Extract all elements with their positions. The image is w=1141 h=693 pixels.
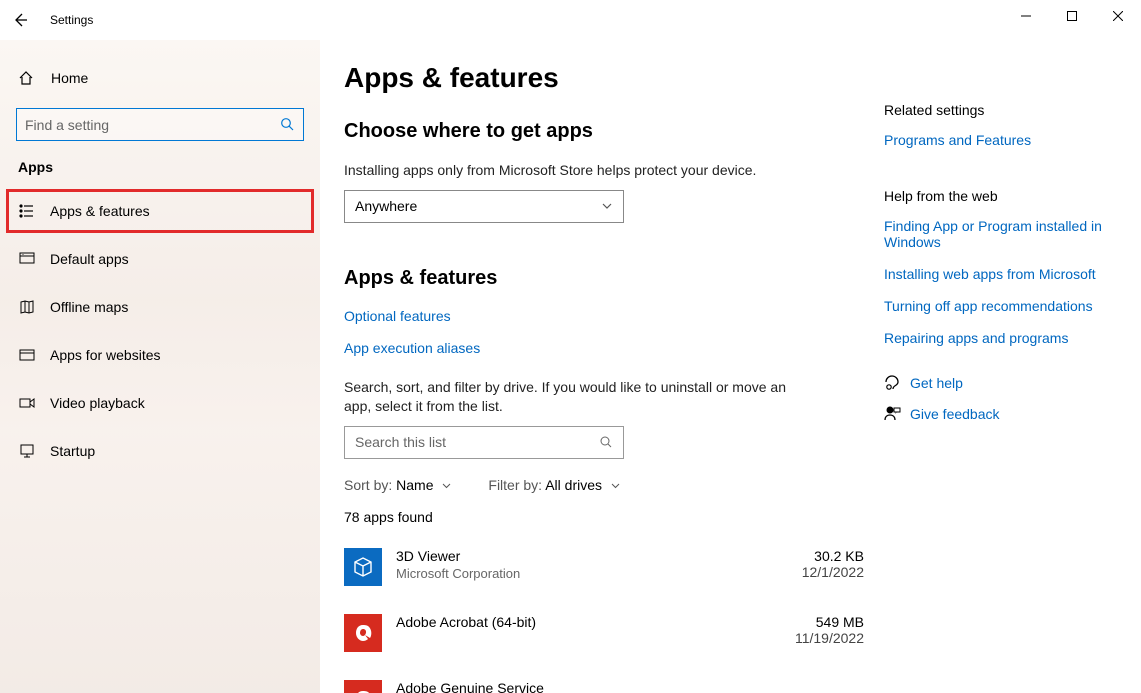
app-icon xyxy=(344,680,382,693)
app-publisher: Microsoft Corporation xyxy=(396,566,774,581)
app-list-item[interactable]: Adobe Acrobat (64-bit) 549 MB 11/19/2022 xyxy=(344,609,864,657)
apps-features-heading: Apps & features xyxy=(344,267,864,290)
app-date: 11/19/2022 xyxy=(774,630,864,646)
chevron-down-icon xyxy=(610,480,621,491)
chevron-down-icon xyxy=(601,200,613,212)
app-size: 549 MB xyxy=(774,614,864,630)
apps-websites-icon xyxy=(18,347,36,363)
video-icon xyxy=(18,395,36,411)
app-aliases-link[interactable]: App execution aliases xyxy=(344,340,864,356)
nav-apps-websites[interactable]: Apps for websites xyxy=(0,333,320,377)
sort-value: Name xyxy=(396,477,433,493)
close-button[interactable] xyxy=(1095,0,1141,32)
app-icon xyxy=(344,614,382,652)
get-help-row[interactable]: Get help xyxy=(884,374,1117,391)
choose-heading: Choose where to get apps xyxy=(344,120,864,143)
app-name: 3D Viewer xyxy=(396,548,774,564)
sort-label: Sort by: xyxy=(344,477,392,493)
choose-desc: Installing apps only from Microsoft Stor… xyxy=(344,161,864,180)
home-label: Home xyxy=(51,70,88,86)
map-icon xyxy=(18,299,36,315)
app-date: 12/1/2022 xyxy=(774,564,864,580)
nav-label: Apps for websites xyxy=(50,347,161,363)
search-icon xyxy=(599,435,613,449)
app-name: Adobe Acrobat (64-bit) xyxy=(396,614,774,630)
feedback-icon xyxy=(884,405,910,422)
app-list-item[interactable]: 3D Viewer Microsoft Corporation 30.2 KB … xyxy=(344,543,864,591)
filter-value: All drives xyxy=(545,477,602,493)
settings-search[interactable] xyxy=(16,108,304,141)
list-icon xyxy=(18,203,36,219)
give-feedback-link[interactable]: Give feedback xyxy=(910,406,1000,422)
nav-default-apps[interactable]: Default apps xyxy=(0,237,320,281)
optional-features-link[interactable]: Optional features xyxy=(344,308,864,324)
page-title: Apps & features xyxy=(344,62,864,94)
app-list-item[interactable]: Adobe Genuine Service xyxy=(344,675,864,693)
app-source-value: Anywhere xyxy=(355,198,417,214)
category-label: Apps xyxy=(0,159,320,175)
help-web-heading: Help from the web xyxy=(884,188,1117,204)
give-feedback-row[interactable]: Give feedback xyxy=(884,405,1117,422)
app-source-select[interactable]: Anywhere xyxy=(344,190,624,223)
nav-offline-maps[interactable]: Offline maps xyxy=(0,285,320,329)
minimize-button[interactable] xyxy=(1003,0,1049,32)
window-title: Settings xyxy=(50,13,93,27)
home-icon xyxy=(18,70,34,86)
home-nav[interactable]: Home xyxy=(0,58,320,98)
app-count: 78 apps found xyxy=(344,509,864,525)
list-desc: Search, sort, and filter by drive. If yo… xyxy=(344,378,794,416)
search-icon xyxy=(280,117,295,132)
help-link[interactable]: Turning off app recommendations xyxy=(884,298,1117,314)
nav-label: Startup xyxy=(50,443,95,459)
filter-by-control[interactable]: Filter by: All drives xyxy=(488,477,621,493)
help-icon xyxy=(884,374,910,391)
nav-label: Apps & features xyxy=(50,203,150,219)
default-apps-icon xyxy=(18,251,36,267)
nav-apps-features[interactable]: Apps & features xyxy=(6,189,314,233)
nav-label: Video playback xyxy=(50,395,145,411)
app-size: 30.2 KB xyxy=(774,548,864,564)
app-name: Adobe Genuine Service xyxy=(396,680,774,693)
app-list-search[interactable] xyxy=(344,426,624,459)
startup-icon xyxy=(18,443,36,459)
nav-video-playback[interactable]: Video playback xyxy=(0,381,320,425)
maximize-button[interactable] xyxy=(1049,0,1095,32)
nav-startup[interactable]: Startup xyxy=(0,429,320,473)
settings-search-input[interactable] xyxy=(25,117,280,133)
filter-label: Filter by: xyxy=(488,477,542,493)
chevron-down-icon xyxy=(441,480,452,491)
programs-features-link[interactable]: Programs and Features xyxy=(884,132,1117,148)
nav-label: Default apps xyxy=(50,251,129,267)
app-list-search-input[interactable] xyxy=(355,434,599,450)
get-help-link[interactable]: Get help xyxy=(910,375,963,391)
help-link[interactable]: Finding App or Program installed in Wind… xyxy=(884,218,1117,250)
back-button[interactable] xyxy=(0,0,40,40)
nav-label: Offline maps xyxy=(50,299,128,315)
related-heading: Related settings xyxy=(884,102,1117,118)
sort-by-control[interactable]: Sort by: Name xyxy=(344,477,452,493)
help-link[interactable]: Installing web apps from Microsoft xyxy=(884,266,1117,282)
help-link[interactable]: Repairing apps and programs xyxy=(884,330,1117,346)
app-icon xyxy=(344,548,382,586)
